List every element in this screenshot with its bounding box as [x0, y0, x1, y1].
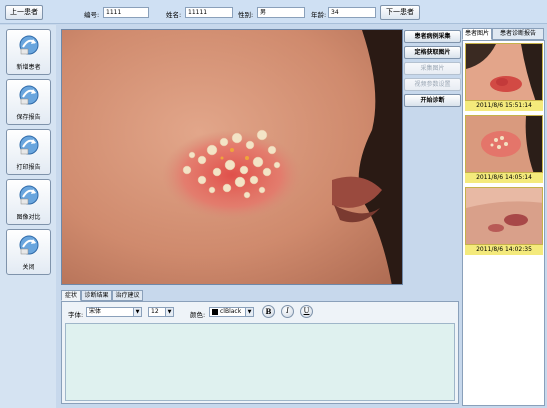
- gender-field[interactable]: 男: [257, 7, 305, 18]
- tab-patient-images[interactable]: 患者图片: [462, 28, 492, 40]
- italic-button[interactable]: I: [281, 305, 294, 318]
- compare-images-icon: [19, 185, 39, 205]
- save-report-button[interactable]: 保存报告: [6, 79, 51, 125]
- collect-case-button[interactable]: 患者病例采集: [404, 30, 461, 43]
- tab-diagnosis-report[interactable]: 患者诊断报告: [492, 28, 544, 40]
- capture-image-button[interactable]: 采集图片: [404, 62, 461, 75]
- sidebar-item-label: 打印报告: [16, 164, 41, 171]
- id-field[interactable]: 1111: [103, 7, 149, 18]
- thumbnail-panel: 2011/8/6 15:51:14 2011/8/6 14:05:14 2011…: [462, 40, 545, 406]
- video-settings-button[interactable]: 视频参数设置: [404, 78, 461, 91]
- color-select[interactable]: clBlack ▼: [209, 307, 254, 317]
- size-select[interactable]: 12 ▼: [148, 307, 174, 317]
- name-field[interactable]: 11111: [185, 7, 233, 18]
- compare-images-button[interactable]: 图像对比: [6, 179, 51, 225]
- sidebar: 新增患者 保存报告 打印报告 图像对比 关闭: [0, 25, 56, 408]
- sidebar-item-label: 图像对比: [16, 214, 41, 221]
- sidebar-item-label: 保存报告: [16, 114, 41, 121]
- font-label: 字体:: [68, 311, 84, 319]
- close-icon: [19, 235, 39, 255]
- chevron-down-icon: ▼: [165, 308, 173, 316]
- tab-diagnosis-result[interactable]: 诊断结果: [81, 290, 112, 301]
- top-toolbar: 上一患者 编号: 1111 姓名: 11111 性别: 男 年龄: 34 下一患…: [0, 0, 547, 24]
- sidebar-item-label: 新增患者: [16, 64, 41, 71]
- font-select[interactable]: 宋体 ▼: [86, 307, 142, 317]
- save-report-icon: [19, 85, 39, 105]
- prev-patient-button[interactable]: 上一患者: [5, 5, 43, 20]
- add-patient-icon: [19, 35, 39, 55]
- chevron-down-icon: ▼: [245, 308, 253, 316]
- fixed-capture-button[interactable]: 定格获取图片: [404, 46, 461, 59]
- age-label: 年龄:: [311, 11, 327, 19]
- underline-button[interactable]: U: [300, 305, 313, 318]
- right-tab-bar: 患者图片 患者诊断报告: [462, 28, 544, 40]
- thumbnail-2-timestamp: 2011/8/6 14:05:14: [465, 173, 543, 183]
- thumbnail-3-timestamp: 2011/8/6 14:02:35: [465, 245, 543, 255]
- tab-symptoms[interactable]: 症状: [61, 290, 81, 301]
- close-button[interactable]: 关闭: [6, 229, 51, 275]
- next-patient-button[interactable]: 下一患者: [380, 5, 420, 20]
- symptom-text-editor[interactable]: [65, 323, 455, 401]
- name-label: 姓名:: [166, 11, 182, 19]
- id-label: 编号:: [84, 11, 100, 19]
- main-patient-image: [61, 29, 403, 285]
- thumbnail-1-timestamp: 2011/8/6 15:51:14: [465, 101, 543, 111]
- age-field[interactable]: 34: [328, 7, 376, 18]
- sidebar-item-label: 关闭: [22, 264, 35, 271]
- chevron-down-icon: ▼: [133, 308, 141, 316]
- tab-treatment-advice[interactable]: 治疗建议: [112, 290, 143, 301]
- start-diagnosis-button[interactable]: 开始诊断: [404, 94, 461, 107]
- font-value: 宋体: [89, 308, 102, 315]
- color-value: clBlack: [220, 308, 242, 315]
- print-report-button[interactable]: 打印报告: [6, 129, 51, 175]
- color-swatch: [212, 308, 218, 315]
- thumbnail-2[interactable]: [465, 115, 543, 173]
- print-report-icon: [19, 135, 39, 155]
- size-value: 12: [151, 308, 159, 315]
- thumbnail-3[interactable]: [465, 187, 543, 245]
- thumbnail-1[interactable]: [465, 43, 543, 101]
- add-patient-button[interactable]: 新增患者: [6, 29, 51, 75]
- bold-button[interactable]: B: [262, 305, 275, 318]
- gender-label: 性别:: [238, 11, 254, 19]
- color-label: 颜色:: [190, 311, 206, 319]
